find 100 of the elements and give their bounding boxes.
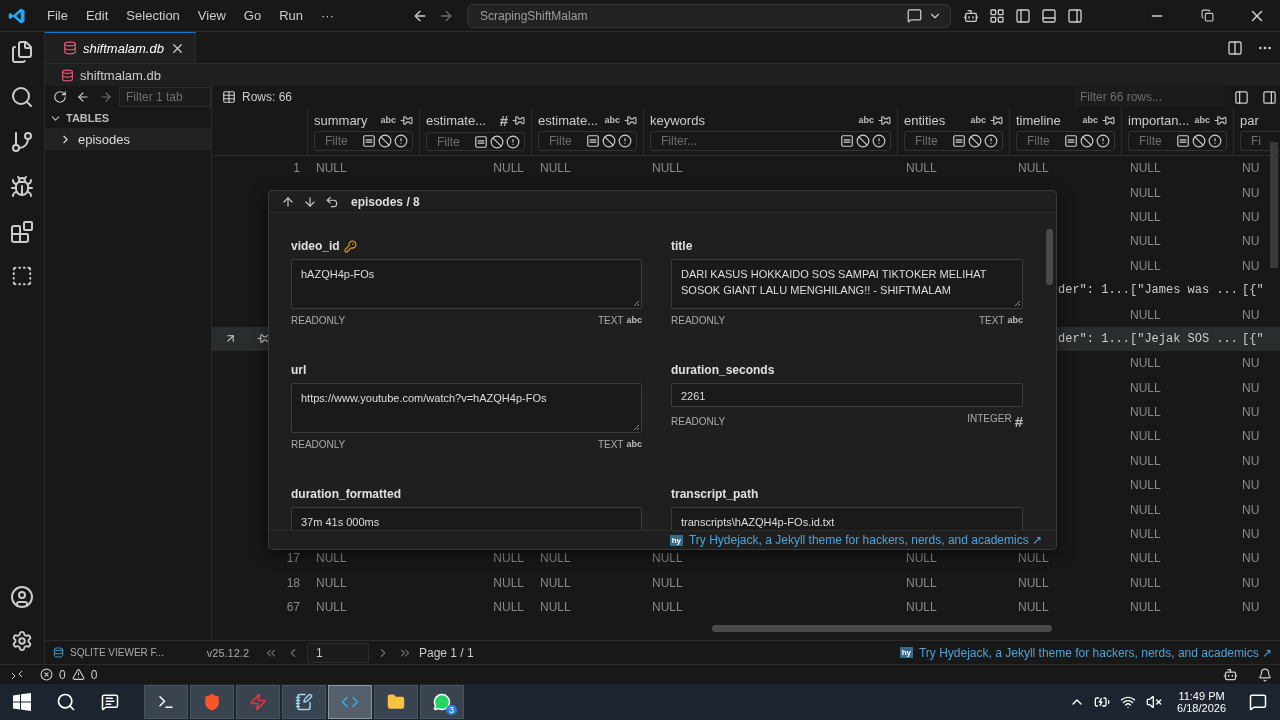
value-field[interactable]: DARI KASUS HOKKAIDO SOS SAMPAI TIKTOKER MELIHAT SOSOK GIANT LALU MENGHILANG!! - SHIFTMALAM xyxy=(671,259,1023,309)
menu-item[interactable]: Edit xyxy=(78,4,116,27)
filter-input[interactable]: Filte xyxy=(437,134,472,149)
ban-icon[interactable] xyxy=(968,134,982,149)
column-header[interactable]: keywords abc Filter... xyxy=(644,108,898,155)
column-header[interactable]: entities abc Filte xyxy=(898,108,1010,155)
alert-icon[interactable] xyxy=(1208,134,1222,149)
taskbar-app[interactable] xyxy=(144,685,188,719)
filter-field[interactable]: Filter 1 tab xyxy=(119,87,211,107)
column-filter-field[interactable]: Filte xyxy=(314,131,413,151)
menu-item[interactable]: File xyxy=(40,4,75,27)
column-header[interactable]: summary abc Filte xyxy=(308,108,420,155)
ban-icon[interactable] xyxy=(378,134,392,149)
ban-icon[interactable] xyxy=(856,134,870,149)
pin-icon[interactable] xyxy=(878,113,891,127)
bug-icon[interactable] xyxy=(10,175,34,199)
column-filter-field[interactable]: Filte xyxy=(538,131,637,151)
equals-icon[interactable] xyxy=(362,134,376,149)
command-center-field[interactable]: ScrapingShiftMalam xyxy=(467,3,951,28)
ban-icon[interactable] xyxy=(1192,134,1206,149)
scrollbar-thumb[interactable] xyxy=(712,625,1052,633)
filter-input[interactable]: Filte xyxy=(325,134,360,149)
pin-icon[interactable] xyxy=(1214,113,1227,127)
pin-icon[interactable] xyxy=(990,113,1003,127)
bell-icon[interactable] xyxy=(1258,667,1272,682)
page-input[interactable]: 1 xyxy=(307,642,369,663)
warning-count[interactable]: 0 xyxy=(90,667,98,682)
equals-icon[interactable] xyxy=(1176,134,1190,149)
menu-item[interactable]: Run xyxy=(272,4,310,27)
value-field[interactable]: hAZQH4p-FOs xyxy=(291,259,642,309)
table-row[interactable]: 18 NULL NULL NULL NULL NULL NULL NULL NU xyxy=(212,570,1280,596)
alert-icon[interactable] xyxy=(506,134,520,149)
equals-icon[interactable] xyxy=(1064,134,1078,149)
value-field[interactable]: transcripts\hAZQH4p-FOs.id.txt xyxy=(671,507,1023,530)
equals-icon[interactable] xyxy=(474,134,488,149)
taskbar-app[interactable] xyxy=(190,685,234,719)
column-header[interactable]: estimate... # Filte xyxy=(420,108,532,155)
table-row[interactable]: 1 NULL NULL NULL NULL NULL NULL NULL NU xyxy=(212,156,1280,181)
scrollbar-thumb[interactable] xyxy=(1046,229,1053,285)
pin-icon[interactable] xyxy=(1102,113,1115,127)
blocks-icon[interactable] xyxy=(10,220,34,244)
ban-icon[interactable] xyxy=(490,134,504,149)
alert-icon[interactable] xyxy=(394,134,408,149)
table-row[interactable]: 67 NULL NULL NULL NULL NULL NULL NULL NU xyxy=(212,595,1280,620)
pin-icon[interactable] xyxy=(400,113,413,127)
editor-tab[interactable]: shiftmalam.db xyxy=(45,32,196,63)
tree-item[interactable]: episodes xyxy=(45,128,211,150)
pin-icon[interactable] xyxy=(257,332,270,346)
ban-icon[interactable] xyxy=(602,134,616,149)
filter-input[interactable]: Filte xyxy=(1139,134,1174,149)
search-icon[interactable] xyxy=(10,85,34,109)
column-header[interactable]: timeline abc Filte xyxy=(1010,108,1122,155)
error-icon[interactable] xyxy=(40,668,53,681)
column-filter-field[interactable]: Filte xyxy=(1128,131,1227,151)
column-filter-field[interactable]: Filte xyxy=(1016,131,1115,151)
pin-icon[interactable] xyxy=(512,114,525,127)
taskbar-app[interactable] xyxy=(282,685,326,719)
pin-icon[interactable] xyxy=(624,113,637,127)
value-field[interactable]: 37m 41s 000ms xyxy=(291,507,642,530)
resize-grip-icon[interactable] xyxy=(633,424,640,431)
promo-link[interactable]: Try Hydejack, a Jekyll theme for hackers, nerds, and academics ↗ xyxy=(688,533,1042,547)
clock[interactable]: 11:49 PM 6/18/2026 xyxy=(1167,690,1236,714)
error-count[interactable]: 0 xyxy=(59,667,66,682)
column-filter-field[interactable]: Filte xyxy=(904,131,1003,151)
source-branch-icon[interactable] xyxy=(10,130,34,154)
filter-input[interactable]: Fi xyxy=(1251,134,1280,149)
value-field[interactable]: 2261 xyxy=(671,383,1023,407)
square-icon[interactable] xyxy=(11,265,33,287)
column-header[interactable]: estimate... abc Filte xyxy=(532,108,644,155)
taskbar-app[interactable]: 3 xyxy=(420,685,464,719)
breadcrumb-item[interactable]: shiftmalam.db xyxy=(80,67,161,83)
filter-input[interactable]: Filte xyxy=(549,134,584,149)
promo-link[interactable]: Try Hydejack, a Jekyll theme for hackers, nerds, and academics ↗ xyxy=(918,645,1280,660)
table-row[interactable]: 17 NULL NULL NULL NULL NULL NULL NULL NU xyxy=(212,546,1280,571)
section-header[interactable]: TABLES xyxy=(45,108,211,128)
filter-input[interactable]: Filte xyxy=(1027,134,1062,149)
menu-item[interactable]: Go xyxy=(236,4,269,27)
alert-icon[interactable] xyxy=(1096,134,1110,149)
filter-input[interactable]: Filter... xyxy=(661,134,838,149)
resize-grip-icon[interactable] xyxy=(633,300,640,307)
value-field[interactable]: https://www.youtube.com/watch?v=hAZQH4p-FOs xyxy=(291,383,642,433)
equals-icon[interactable] xyxy=(840,134,854,149)
menu-item[interactable]: ··· xyxy=(314,4,341,27)
scrollbar-thumb[interactable] xyxy=(1270,142,1278,268)
column-header[interactable]: importan... abc Filte xyxy=(1122,108,1234,155)
column-filter-field[interactable]: Filter... xyxy=(650,131,891,151)
column-filter-field[interactable]: Filte xyxy=(426,132,525,151)
settings-icon[interactable] xyxy=(11,630,33,652)
filter-rows-field[interactable]: Filter 66 rows... xyxy=(1074,87,1224,107)
account-icon[interactable] xyxy=(10,585,34,609)
alert-icon[interactable] xyxy=(618,134,632,149)
equals-icon[interactable] xyxy=(586,134,600,149)
files-icon[interactable] xyxy=(10,40,34,64)
equals-icon[interactable] xyxy=(952,134,966,149)
resize-grip-icon[interactable] xyxy=(1014,300,1021,307)
taskbar-app[interactable] xyxy=(374,685,418,719)
menu-item[interactable]: Selection xyxy=(119,4,187,27)
filter-input[interactable]: Filte xyxy=(915,134,950,149)
menu-item[interactable]: View xyxy=(190,4,233,27)
ban-icon[interactable] xyxy=(1080,134,1094,149)
